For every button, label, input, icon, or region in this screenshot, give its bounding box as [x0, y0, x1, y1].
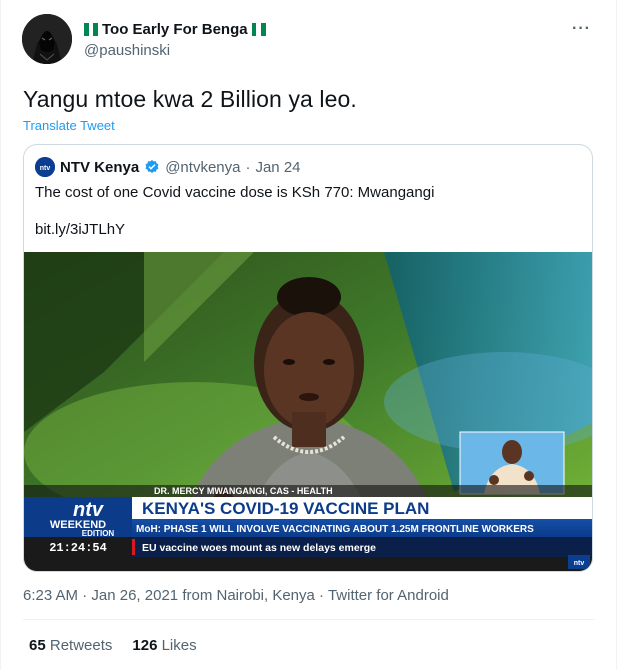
tweet-time[interactable]: 6:23 AM — [23, 587, 78, 604]
quoted-link[interactable]: bit.ly/3iJTLhY — [35, 221, 125, 238]
quoted-separator: · — [245, 158, 251, 176]
quoted-date[interactable]: Jan 24 — [255, 159, 300, 176]
retweets-stat[interactable]: 65 Retweets — [29, 637, 112, 654]
retweets-count: 65 — [29, 637, 46, 654]
tweet-source[interactable]: Twitter for Android — [328, 587, 449, 604]
broadcast-subline: MoH: PHASE 1 WILL INVOLVE VACCINATING AB… — [136, 524, 534, 535]
quoted-tweet[interactable]: ntv NTV Kenya @ntvkenya · Jan 24 The cos… — [23, 144, 593, 572]
divider — [23, 619, 595, 620]
news-broadcast-image: DR. MERCY MWANGANGI, CAS - HEALTH KENYA'… — [24, 252, 592, 571]
tweet-text: Yangu mtoe kwa 2 Billion ya leo. — [23, 86, 357, 112]
quoted-author-row: ntv NTV Kenya @ntvkenya · Jan 24 — [35, 157, 301, 177]
caption-name: DR. MERCY MWANGANGI, CAS - HEALTH — [154, 486, 333, 496]
meta-separator: · — [319, 587, 325, 604]
ntv-logo-icon: ntv — [35, 157, 55, 177]
quoted-video-frame[interactable]: DR. MERCY MWANGANGI, CAS - HEALTH KENYA'… — [24, 252, 592, 571]
corner-logo: ntv — [574, 560, 585, 567]
retweets-label: Retweets — [49, 637, 113, 654]
author-avatar[interactable] — [22, 14, 72, 64]
tweet-card: Too Early For Benga @paushinski ··· Yang… — [0, 0, 617, 670]
quoted-handle[interactable]: @ntvkenya — [165, 159, 240, 176]
ntv-avatar-text: ntv — [40, 165, 51, 172]
likes-label: Likes — [161, 637, 197, 654]
tweet-stats: 65 Retweets 126 Likes — [29, 637, 197, 654]
nigeria-flag-icon — [84, 23, 99, 36]
more-options-icon[interactable]: ··· — [572, 20, 591, 38]
likes-count: 126 — [132, 637, 158, 654]
likes-stat[interactable]: 126 Likes — [132, 637, 196, 654]
broadcast-ticker: EU vaccine woes mount as new delays emer… — [142, 542, 376, 554]
author-display-name[interactable]: Too Early For Benga — [102, 21, 248, 38]
tweet-location[interactable]: from Nairobi, Kenya — [182, 587, 315, 604]
tweet-metadata: 6:23 AM · Jan 26, 2021 from Nairobi, Ken… — [23, 587, 449, 604]
verified-badge-icon — [145, 160, 159, 173]
quoted-display-name[interactable]: NTV Kenya — [60, 159, 139, 176]
broadcast-headline: KENYA'S COVID-19 VACCINE PLAN — [142, 499, 429, 518]
author-name-row[interactable]: Too Early For Benga — [84, 21, 266, 38]
author-handle[interactable]: @paushinski — [84, 42, 170, 59]
ntv-broadcast-logo: ntv — [73, 499, 105, 521]
meta-separator: · — [82, 587, 88, 604]
broadcast-clock: 21:24:54 — [49, 541, 107, 555]
translate-tweet-link[interactable]: Translate Tweet — [23, 118, 115, 133]
edition-bottom: EDITION — [82, 529, 115, 538]
nigeria-flag-icon — [251, 23, 266, 36]
quoted-text: The cost of one Covid vaccine dose is KS… — [35, 184, 435, 201]
tweet-date[interactable]: Jan 26, 2021 — [91, 587, 178, 604]
